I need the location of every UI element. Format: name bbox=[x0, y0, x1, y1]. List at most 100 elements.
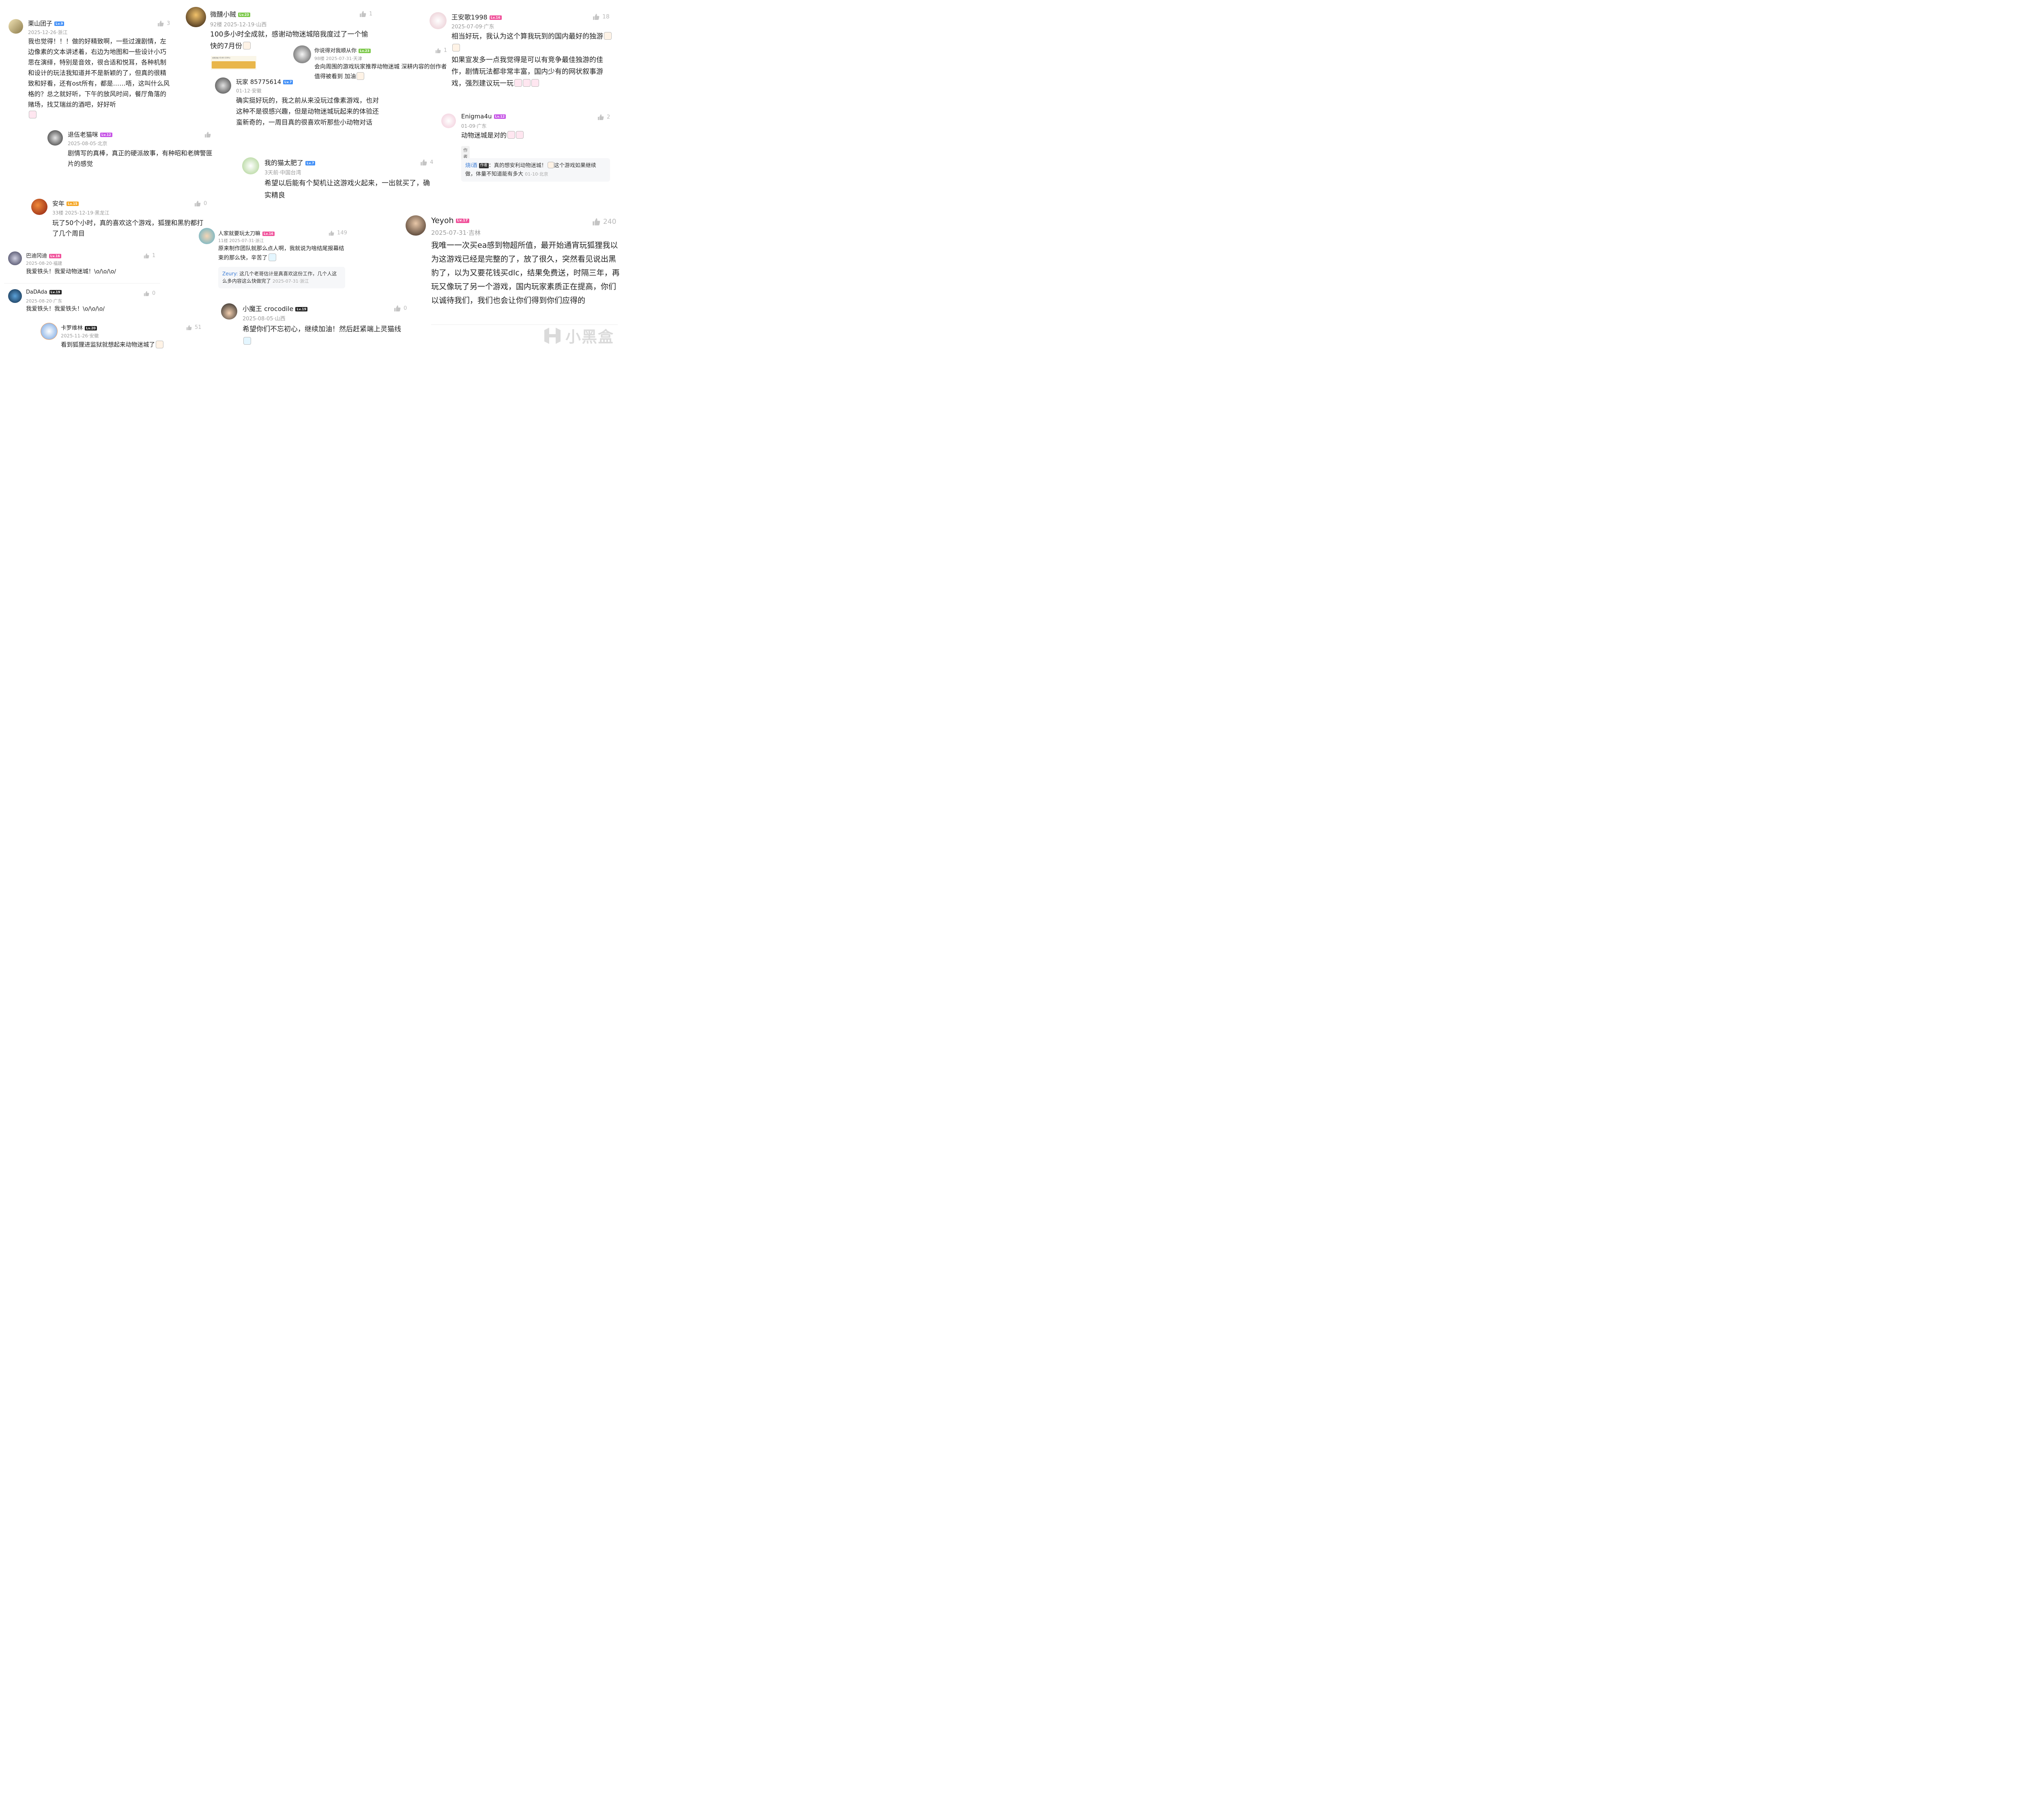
level-badge: Lv.23 bbox=[238, 13, 250, 17]
comment-text: 我爱铁头！我爱动物迷城！\o/\o/\o/ bbox=[26, 268, 116, 275]
username[interactable]: 我的猫太肥了 Lv.7 bbox=[264, 157, 316, 167]
avatar[interactable] bbox=[430, 12, 447, 29]
like-button[interactable]: 0 bbox=[194, 200, 207, 207]
like-button[interactable]: 1 bbox=[144, 253, 155, 259]
username-text: Enigma4u bbox=[461, 113, 492, 120]
level-badge: Lv.7 bbox=[305, 161, 316, 165]
username-text: 王安歌1998 bbox=[451, 13, 488, 21]
username-text: 你说得对我顺从你 bbox=[314, 48, 357, 54]
thumbs-up-icon bbox=[435, 48, 441, 53]
comment-meta: 2025-08-20·广东 bbox=[26, 298, 62, 304]
username[interactable]: 巴迪冈迪 Lv.16 bbox=[26, 251, 61, 259]
username[interactable]: 微醺小贼 Lv.23 bbox=[210, 9, 250, 19]
avatar[interactable] bbox=[441, 114, 456, 128]
like-button[interactable]: 1 bbox=[435, 47, 447, 54]
comment-text: 我爱铁头！我爱铁头！\o/\o/\o/ bbox=[26, 306, 105, 312]
thumbs-up-icon bbox=[158, 21, 164, 26]
username[interactable]: 安年 Lv.15 bbox=[52, 199, 79, 208]
username[interactable]: DaDAda Lv.19 bbox=[26, 289, 62, 295]
reply-box[interactable]: Zeury: 这几个老哥估计是真喜欢这份工作，几个人这么多内容这么快做完了 20… bbox=[218, 267, 345, 288]
comment-body: 相当好玩，我认为这个算我玩到的国内最好的独游 bbox=[451, 32, 603, 41]
comment-text: 相当好玩，我认为这个算我玩到的国内最好的独游 如果宣发多一点我觉得是可以有竞争最… bbox=[451, 31, 614, 90]
username-text: 安年 bbox=[52, 200, 65, 207]
username-text: 卡罗维林 bbox=[61, 325, 83, 331]
level-badge: Lv.19 bbox=[295, 307, 308, 311]
like-button[interactable]: 18 bbox=[593, 13, 610, 20]
reply-date: 01-10·北京 bbox=[525, 172, 548, 177]
avatar[interactable] bbox=[199, 228, 215, 244]
avatar[interactable] bbox=[47, 130, 63, 146]
like-button[interactable]: 0 bbox=[394, 305, 407, 312]
comment-text: 我也觉得！！！做的好精致啊，一些过渡剧情，左边像素的文本讲述着，右边为地图和一些… bbox=[28, 36, 170, 120]
username[interactable]: 栗山团子 Lv.9 bbox=[28, 19, 64, 28]
like-button[interactable]: 4 bbox=[420, 159, 433, 166]
avatar[interactable] bbox=[406, 215, 426, 236]
comment-body: 会向周围的游戏玩家推荐动物迷城 深耕内容的创作者值得被看到 加油 bbox=[314, 64, 447, 80]
like-button[interactable]: 240 bbox=[592, 218, 616, 226]
emoji-sticker-icon bbox=[516, 131, 524, 139]
thumbs-up-icon bbox=[598, 114, 604, 120]
username[interactable]: Yeyoh Lv.17 bbox=[431, 216, 469, 225]
xiaoheihe-logo-icon bbox=[544, 327, 561, 344]
emoji-sticker-icon bbox=[531, 79, 539, 87]
comment-text: 会向周围的游戏玩家推荐动物迷城 深耕内容的创作者值得被看到 加油 bbox=[314, 62, 450, 82]
thumbs-up-icon bbox=[329, 230, 334, 236]
achievement-screenshot[interactable]: 成就进度 45/48 (100%) bbox=[211, 56, 256, 70]
avatar[interactable] bbox=[8, 289, 22, 303]
like-count: 240 bbox=[603, 218, 617, 226]
avatar[interactable] bbox=[186, 7, 206, 27]
username-text: 玩家 85775614 bbox=[236, 78, 281, 86]
avatar[interactable] bbox=[242, 157, 259, 174]
thumbs-up-icon bbox=[593, 14, 599, 20]
like-button[interactable]: 2 bbox=[597, 114, 610, 120]
thumbs-up-icon bbox=[360, 11, 366, 17]
reply-box[interactable]: 烧i酒 作者 ：真的想安利动物迷城！ 这个游戏如果继续做，体量不知道能有多大 01-… bbox=[461, 158, 610, 182]
comment-meta: 01-09·广东 bbox=[461, 123, 487, 129]
username-text: 人家就要玩太刀嘛 bbox=[218, 231, 261, 237]
emoji-sticker-icon bbox=[243, 41, 251, 49]
username[interactable]: Enigma4u Lv.12 bbox=[461, 113, 506, 120]
watermark: 小黑盒 bbox=[542, 324, 614, 347]
reply-username[interactable]: 烧i酒 bbox=[465, 163, 477, 169]
like-count: 2 bbox=[607, 114, 610, 120]
reply-username[interactable]: Zeury: bbox=[222, 271, 238, 277]
level-badge: Lv.20 bbox=[85, 326, 97, 331]
like-button[interactable]: 0 bbox=[144, 290, 155, 296]
username[interactable]: 退伍老猫咪 Lv.12 bbox=[68, 130, 112, 139]
comment-meta: 2025-07-31·吉林 bbox=[431, 229, 481, 236]
like-count: 0 bbox=[152, 290, 156, 296]
emoji-sticker-icon bbox=[547, 161, 554, 168]
comment-meta: 3天前·中国台湾 bbox=[264, 170, 301, 176]
comment-body: 原来制作团队就那么点人啊，我就说为啥结尾报幕结束的那么快，辛苦了 bbox=[218, 245, 344, 261]
comment-meta: 2025-08-05·北京 bbox=[68, 141, 107, 146]
username-text: 小魔王 crocodile bbox=[243, 305, 294, 313]
avatar[interactable] bbox=[31, 199, 47, 215]
username[interactable]: 王安歌1998 Lv.16 bbox=[451, 12, 502, 21]
comment-text: 希望以后能有个契机让这游戏火起来，一出就买了，确实精良 bbox=[264, 179, 430, 200]
avatar[interactable] bbox=[9, 19, 23, 34]
username[interactable]: 你说得对我顺从你 Lv.23 bbox=[314, 46, 371, 54]
username[interactable]: 玩家 85775614 Lv.7 bbox=[236, 77, 293, 86]
username[interactable]: 人家就要玩太刀嘛 Lv.16 bbox=[218, 229, 275, 237]
username-text: 栗山团子 bbox=[28, 20, 53, 27]
comment-body: 动物迷城是对的 bbox=[461, 131, 507, 139]
level-badge: Lv.15 bbox=[67, 202, 79, 206]
like-button[interactable]: 149 bbox=[329, 230, 347, 236]
username[interactable]: 卡罗维林 Lv.20 bbox=[61, 323, 97, 331]
avatar[interactable] bbox=[293, 45, 311, 63]
avatar[interactable] bbox=[41, 323, 58, 340]
avatar[interactable] bbox=[221, 303, 237, 320]
avatar[interactable] bbox=[8, 251, 22, 265]
like-count: 0 bbox=[204, 200, 207, 207]
like-button[interactable]: 1 bbox=[359, 11, 372, 17]
level-badge: Lv.19 bbox=[49, 290, 62, 294]
emoji-sticker-icon bbox=[243, 337, 251, 345]
username[interactable]: 小魔王 crocodile Lv.19 bbox=[243, 303, 308, 313]
like-button[interactable]: 51 bbox=[186, 324, 202, 331]
like-button[interactable] bbox=[204, 131, 214, 138]
avatar[interactable] bbox=[215, 77, 231, 94]
comment-body: 我也觉得！！！做的好精致啊，一些过渡剧情，左边像素的文本讲述着，右边为地图和一些… bbox=[28, 38, 170, 108]
watermark-text: 小黑盒 bbox=[565, 328, 614, 346]
comment-text: 动物迷城是对的 bbox=[461, 130, 603, 141]
like-button[interactable]: 3 bbox=[157, 20, 170, 27]
